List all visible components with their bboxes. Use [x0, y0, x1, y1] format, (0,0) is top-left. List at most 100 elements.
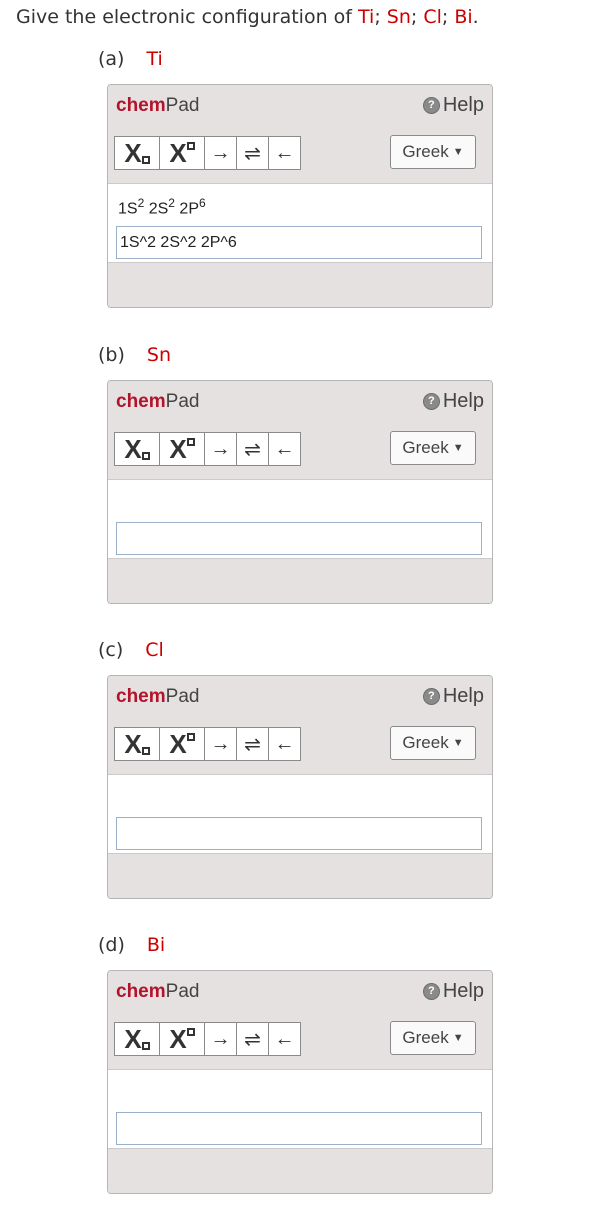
answer-input[interactable] — [116, 817, 482, 850]
chempad-brand: chemPad — [116, 391, 199, 413]
display-term: 2P — [174, 200, 199, 218]
left-arrow-button[interactable]: ← — [268, 432, 301, 466]
formatted-display: 1S2 2S2 2P6 — [118, 196, 206, 218]
brand-pad: Pad — [165, 391, 200, 412]
help-icon: ? — [422, 983, 440, 1000]
chempad-footer — [108, 262, 492, 307]
chempad-brand: chemPad — [116, 686, 199, 708]
right-arrow-button[interactable]: → — [204, 727, 237, 761]
subscript-icon — [141, 747, 150, 755]
help-icon: ? — [422, 393, 440, 410]
equilibrium-arrow-icon: ⇌ — [244, 1028, 261, 1051]
question-item-bi: Bi — [454, 6, 473, 28]
question-suffix: . — [472, 6, 479, 28]
right-arrow-button[interactable]: → — [204, 1022, 237, 1056]
caret-down-icon: ▼ — [452, 442, 464, 454]
chempad-brand: chemPad — [116, 981, 199, 1003]
brand-chem: chem — [116, 391, 166, 412]
greek-label: Greek — [402, 142, 449, 161]
chempad-toolbar: X X → ⇌ ← Greek ▼ — [108, 1013, 492, 1070]
subscript-button[interactable]: X — [114, 432, 160, 466]
left-arrow-icon: ← — [274, 437, 295, 460]
chempad: chemPad ? Help X X → ⇌ ← Greek ▼ — [107, 970, 493, 1194]
superscript-button[interactable]: X — [159, 1022, 205, 1056]
left-arrow-button[interactable]: ← — [268, 136, 301, 170]
brand-pad: Pad — [165, 95, 200, 116]
greek-dropdown[interactable]: Greek ▼ — [390, 726, 476, 760]
right-arrow-icon: → — [210, 437, 231, 460]
tool-group: X X → ⇌ ← — [114, 136, 301, 170]
caret-down-icon: ▼ — [452, 146, 464, 158]
question-separator: ; — [374, 6, 387, 28]
equilibrium-arrow-button[interactable]: ⇌ — [236, 136, 269, 170]
part-label: (a) Ti — [98, 48, 163, 70]
chempad-toolbar: X X → ⇌ ← Greek ▼ — [108, 423, 492, 480]
superscript-button[interactable]: X — [159, 136, 205, 170]
left-arrow-icon: ← — [274, 141, 295, 164]
question-item-ti: Ti — [358, 6, 375, 28]
greek-dropdown[interactable]: Greek ▼ — [390, 135, 476, 169]
chempad-footer — [108, 558, 492, 603]
question-item-sn: Sn — [386, 6, 411, 28]
equilibrium-arrow-button[interactable]: ⇌ — [236, 1022, 269, 1056]
greek-dropdown[interactable]: Greek ▼ — [390, 431, 476, 465]
right-arrow-button[interactable]: → — [204, 432, 237, 466]
display-term: 2S — [144, 200, 169, 218]
tool-group: X X → ⇌ ← — [114, 1022, 301, 1056]
help-label: Help — [442, 94, 484, 116]
equilibrium-arrow-button[interactable]: ⇌ — [236, 727, 269, 761]
question-separator: ; — [410, 6, 424, 28]
part-label: (d) Bi — [98, 934, 165, 956]
help-label: Help — [442, 685, 484, 707]
brand-chem: chem — [116, 686, 166, 707]
tool-group: X X → ⇌ ← — [114, 432, 301, 466]
help-icon: ? — [422, 97, 440, 114]
part-element: Bi — [146, 934, 166, 956]
superscript-button[interactable]: X — [159, 727, 205, 761]
chempad-toolbar: X X → ⇌ ← Greek ▼ — [108, 718, 492, 775]
part-letter: (a) — [98, 48, 125, 70]
subscript-button[interactable]: X — [114, 727, 160, 761]
display-term: 1S — [118, 200, 138, 218]
help-label: Help — [442, 390, 484, 412]
superscript-button[interactable]: X — [159, 432, 205, 466]
help-button[interactable]: ? Help — [422, 980, 484, 1003]
display-exponent: 6 — [198, 196, 206, 210]
help-button[interactable]: ? Help — [422, 685, 484, 708]
subscript-icon — [141, 156, 150, 164]
equilibrium-arrow-icon: ⇌ — [244, 733, 261, 756]
subscript-icon — [141, 452, 150, 460]
part-label: (c) Cl — [98, 639, 164, 661]
part-letter: (b) — [98, 344, 125, 366]
chempad-header: chemPad ? Help — [108, 85, 492, 128]
superscript-icon — [186, 142, 195, 150]
chempad: chemPad ? Help X X → ⇌ ← Greek ▼ 1S2 2S2 2… — [107, 84, 493, 308]
part-letter: (c) — [98, 639, 124, 661]
help-button[interactable]: ? Help — [422, 390, 484, 413]
chempad-footer — [108, 1148, 492, 1193]
chempad-brand: chemPad — [116, 95, 199, 117]
left-arrow-button[interactable]: ← — [268, 727, 301, 761]
right-arrow-button[interactable]: → — [204, 136, 237, 170]
equilibrium-arrow-button[interactable]: ⇌ — [236, 432, 269, 466]
brand-pad: Pad — [165, 981, 200, 1002]
question-text: Give the electronic configuration of Ti;… — [16, 6, 479, 28]
greek-label: Greek — [402, 1028, 449, 1047]
display-exponent: 2 — [168, 196, 175, 210]
subscript-button[interactable]: X — [114, 136, 160, 170]
caret-down-icon: ▼ — [452, 1032, 464, 1044]
greek-label: Greek — [402, 733, 449, 752]
part-letter: (d) — [98, 934, 125, 956]
answer-input[interactable] — [116, 522, 482, 555]
question-separator: ; — [441, 6, 455, 28]
greek-dropdown[interactable]: Greek ▼ — [390, 1021, 476, 1055]
chempad-header: chemPad ? Help — [108, 381, 492, 424]
answer-input[interactable] — [116, 1112, 482, 1145]
part-element: Ti — [146, 48, 163, 70]
help-button[interactable]: ? Help — [422, 94, 484, 117]
right-arrow-icon: → — [210, 141, 231, 164]
left-arrow-button[interactable]: ← — [268, 1022, 301, 1056]
subscript-button[interactable]: X — [114, 1022, 160, 1056]
chempad: chemPad ? Help X X → ⇌ ← Greek ▼ — [107, 675, 493, 899]
answer-input[interactable] — [116, 226, 482, 259]
